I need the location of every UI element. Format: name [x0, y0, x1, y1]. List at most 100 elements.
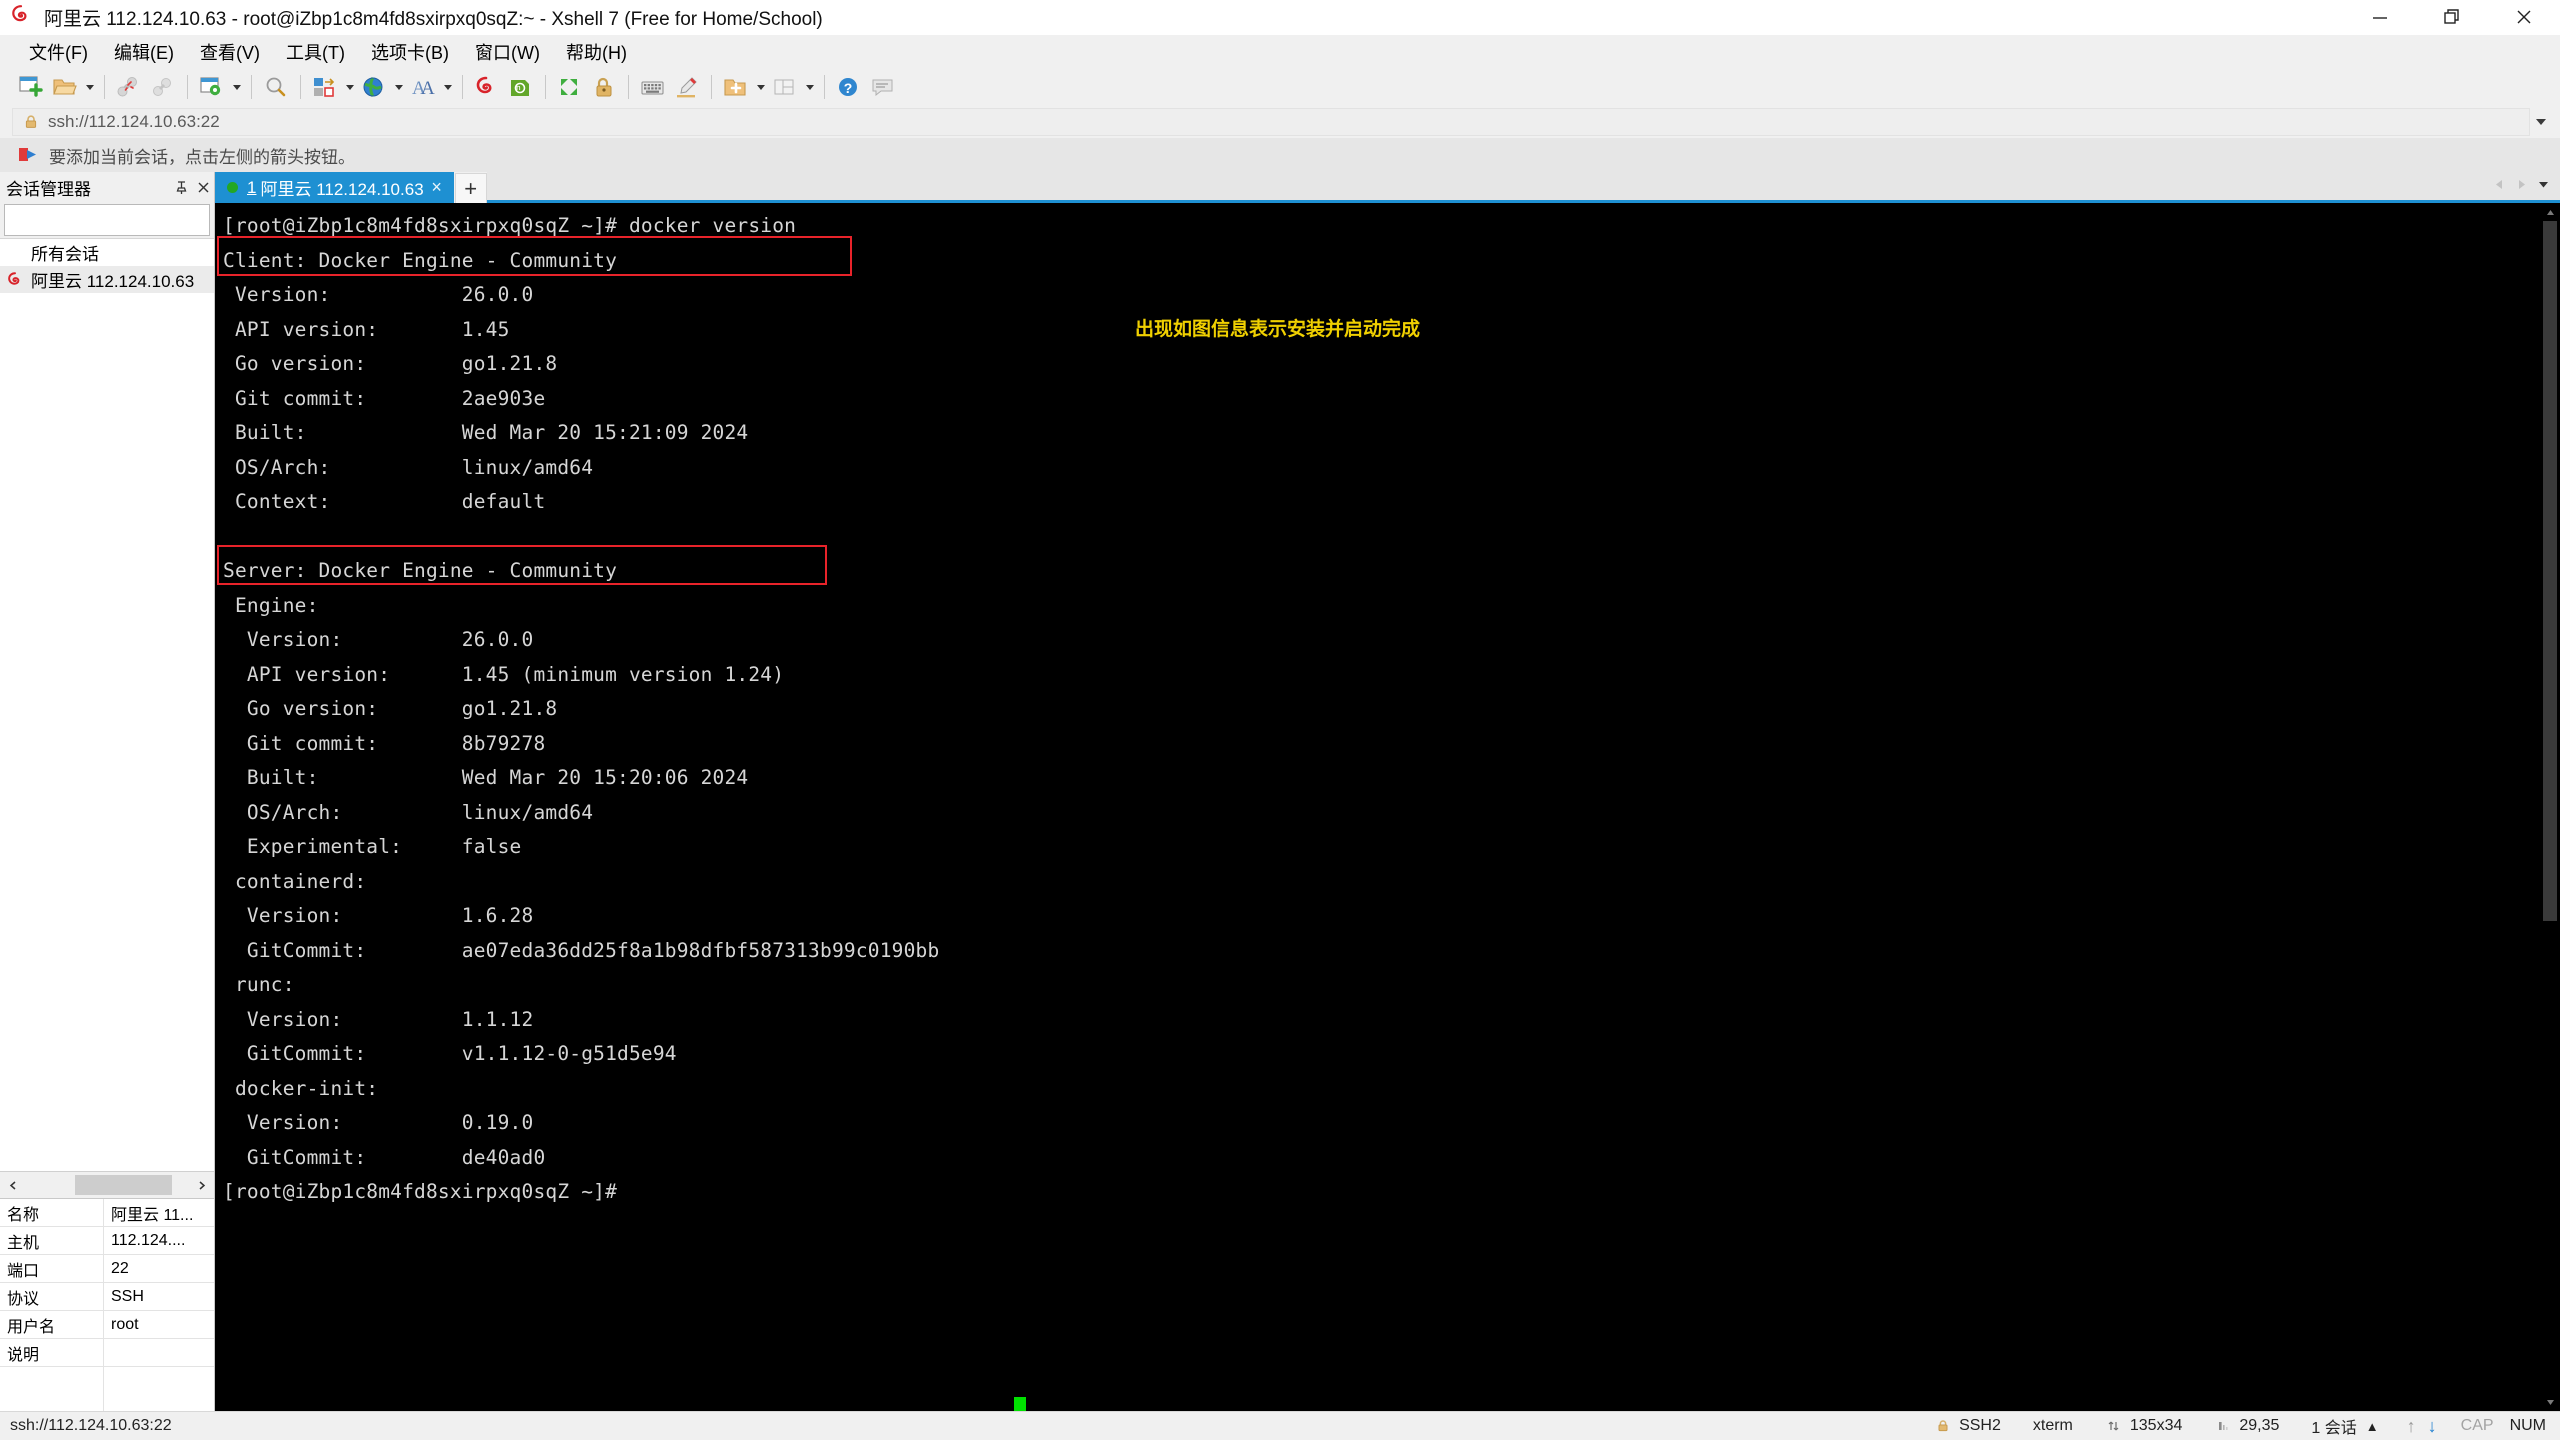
menu-help[interactable]: 帮助(H)	[555, 36, 638, 68]
window-title: 阿里云 112.124.10.63 - root@iZbp1c8m4fd8sxi…	[44, 8, 823, 30]
new-session-icon[interactable]	[14, 71, 48, 103]
terminal-screen[interactable]: [root@iZbp1c8m4fd8sxirpxq0sqZ ~]# docker…	[215, 203, 2540, 1411]
pin-icon[interactable]	[170, 176, 192, 198]
property-key: 协议	[0, 1283, 104, 1310]
status-cap: CAP	[2460, 1417, 2494, 1434]
tab-status-dot-icon	[227, 182, 238, 193]
globe-caret-icon[interactable]	[391, 71, 406, 103]
disconnect-icon[interactable]	[112, 71, 146, 103]
search-input[interactable]	[5, 206, 220, 234]
status-cursor-position: 29,35	[2198, 1417, 2295, 1435]
chevron-down-icon[interactable]	[2530, 109, 2552, 135]
menu-tools[interactable]: 工具(T)	[275, 36, 356, 68]
property-row: 协议 SSH	[0, 1283, 214, 1311]
main-area: 会话管理器 所有会话 阿里云 112.124.10.63 名称 阿里云 11..…	[0, 169, 2560, 1411]
layout-caret-icon[interactable]	[802, 71, 817, 103]
lock-icon	[23, 114, 39, 130]
svg-text:A: A	[421, 78, 435, 99]
layout-icon[interactable]	[768, 71, 802, 103]
arrow-up-icon: ↑	[2406, 1415, 2416, 1436]
toolbar-separator	[711, 75, 712, 99]
tab-close-icon[interactable]: ×	[424, 172, 450, 203]
tab-label: 阿里云 112.124.10.63	[260, 180, 424, 199]
tab-next-icon[interactable]	[2510, 171, 2532, 199]
property-key-empty	[0, 1367, 104, 1411]
cursor-icon	[2214, 1417, 2232, 1435]
sidebar-horizontal-scrollbar[interactable]	[0, 1171, 214, 1198]
terminal-wrapper: [root@iZbp1c8m4fd8sxirpxq0sqZ ~]# docker…	[215, 203, 2560, 1411]
property-row: 端口 22	[0, 1255, 214, 1283]
property-key: 端口	[0, 1255, 104, 1282]
menu-edit[interactable]: 编辑(E)	[103, 36, 185, 68]
tab-strip-spacer	[486, 169, 2488, 203]
svg-text:?: ?	[844, 80, 853, 96]
tree-item-label: 阿里云 112.124.10.63	[31, 272, 195, 291]
close-icon[interactable]	[192, 176, 214, 198]
status-sessions[interactable]: 1 会话 ▲	[2295, 1414, 2394, 1438]
help-icon[interactable]: ?	[832, 71, 866, 103]
transfer-file-icon[interactable]	[308, 71, 342, 103]
app-icon	[10, 4, 36, 30]
scroll-thumb[interactable]	[74, 1175, 172, 1195]
property-row-empty	[0, 1367, 214, 1411]
address-input[interactable]: ssh://112.124.10.63:22	[12, 108, 2530, 136]
lock-icon[interactable]	[587, 71, 621, 103]
session-manager-title: 会话管理器	[6, 179, 91, 199]
status-connection: ssh://112.124.10.63:22	[10, 1417, 172, 1434]
tree-item-session[interactable]: 阿里云 112.124.10.63	[0, 266, 214, 293]
transfer-file-caret-icon[interactable]	[342, 71, 357, 103]
restore-button[interactable]	[2416, 0, 2488, 34]
menu-tabs[interactable]: 选项卡(B)	[360, 36, 460, 68]
comment-icon[interactable]	[866, 71, 900, 103]
session-properties-caret-icon[interactable]	[229, 71, 244, 103]
property-value-empty	[104, 1367, 214, 1411]
font-icon[interactable]: A A	[406, 71, 440, 103]
toolbar-separator	[300, 75, 301, 99]
status-cursor-label: 29,35	[2239, 1417, 2280, 1434]
open-folder-icon[interactable]	[48, 71, 82, 103]
tab-prev-icon[interactable]	[2488, 171, 2510, 199]
status-sessions-caret-icon[interactable]: ▲	[2366, 1419, 2379, 1434]
xftp-icon[interactable]	[470, 71, 504, 103]
highlight-pen-icon[interactable]	[670, 71, 704, 103]
status-security-label: SSH2	[1959, 1417, 2001, 1434]
xshell-green-icon[interactable]: ⁿ	[504, 71, 538, 103]
keyboard-icon[interactable]	[636, 71, 670, 103]
lock-icon	[1934, 1417, 1952, 1435]
menu-window[interactable]: 窗口(W)	[464, 36, 551, 68]
session-search[interactable]	[4, 204, 237, 236]
scroll-track[interactable]	[26, 1173, 188, 1197]
terminal-vertical-scrollbar[interactable]	[2540, 203, 2560, 1411]
fullscreen-icon[interactable]	[553, 71, 587, 103]
scroll-down-icon[interactable]	[2540, 1393, 2560, 1411]
tree-root-all-sessions[interactable]: 所有会话	[0, 239, 214, 266]
menu-file[interactable]: 文件(F)	[18, 36, 99, 68]
add-folder-icon[interactable]	[719, 71, 753, 103]
status-terminal-type: xterm	[2032, 1417, 2073, 1434]
menu-view[interactable]: 查看(V)	[189, 36, 271, 68]
scroll-right-icon[interactable]	[188, 1173, 214, 1197]
tab-number: 1	[247, 177, 257, 197]
annotation-text: 出现如图信息表示安装并启动完成	[1135, 318, 1421, 340]
toolbar-separator	[251, 75, 252, 99]
reconnect-icon[interactable]	[146, 71, 180, 103]
globe-icon[interactable]	[357, 71, 391, 103]
tab-session-1[interactable]: 1 阿里云 112.124.10.63 ×	[215, 172, 454, 203]
search-icon[interactable]	[259, 71, 293, 103]
open-folder-caret-icon[interactable]	[82, 71, 97, 103]
new-tab-button[interactable]: +	[454, 173, 487, 203]
property-value: root	[111, 1315, 139, 1333]
minimize-button[interactable]	[2344, 0, 2416, 34]
toolbar-separator	[628, 75, 629, 99]
session-properties-icon[interactable]	[195, 71, 229, 103]
scroll-up-icon[interactable]	[2540, 203, 2560, 221]
add-folder-caret-icon[interactable]	[753, 71, 768, 103]
scroll-thumb[interactable]	[2543, 221, 2557, 921]
close-button[interactable]	[2488, 0, 2560, 34]
property-value: 112.124....	[111, 1231, 186, 1249]
scroll-left-icon[interactable]	[0, 1173, 26, 1197]
tab-list-icon[interactable]	[2532, 171, 2554, 199]
session-manager-header: 会话管理器	[0, 172, 214, 202]
font-caret-icon[interactable]	[440, 71, 455, 103]
scroll-track[interactable]	[2540, 221, 2560, 1393]
